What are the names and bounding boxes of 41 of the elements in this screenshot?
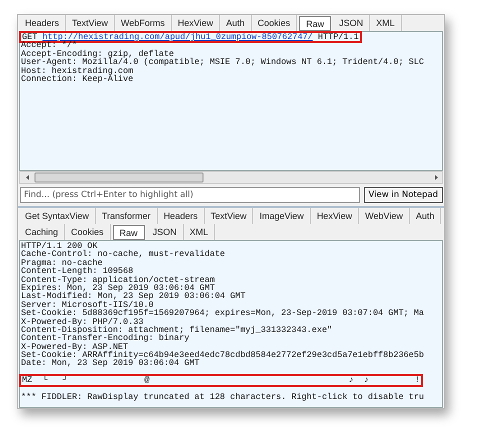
truncation-notice: *** FIDDLER: RawDisplay truncated at 128 characters. Right-click to disable tru (21, 393, 425, 402)
tab[interactable]: Headers (158, 208, 205, 224)
url-link[interactable]: http://hexistrading.com/apud/jhu1_0zumpiow-850762747/ (42, 32, 313, 42)
tab[interactable]: HexView (172, 15, 220, 31)
response-line: Last-Modified: Mon, 23 Sep 2019 03:06:04 GMT (21, 292, 246, 301)
tab[interactable]: ImageView (253, 208, 311, 224)
tab[interactable]: Get SyntaxView (19, 208, 96, 224)
response-line: Set-Cookie: ARRAffinity=c64b94e3eed4edc78cdbd8584e2772ef29e3cd5a7e1ebff8b236e5b (21, 351, 425, 360)
tab[interactable]: Transformer (96, 208, 158, 224)
response-line: X-Powered-By: ASP.NET (21, 342, 128, 352)
tab[interactable]: Headers (19, 15, 66, 31)
request-line: GET http://hexistrading.com/apud/jhu1_0zumpiow-850762747/ HTTP/1.1 (21, 33, 360, 42)
header-line: Accept: */* (21, 41, 78, 50)
header-line: Connection: Keep-Alive (21, 74, 134, 84)
response-line: Cache-Control: no-cache, must-revalidate (21, 250, 226, 259)
header-line: User-Agent: Mozilla/4.0 (compatible; MSIE 7.0; Windows NT 6.1; Trident/4.0; SLC (21, 58, 425, 67)
tab[interactable]: TextView (204, 208, 254, 224)
tab[interactable]: Auth (410, 208, 442, 224)
tab[interactable]: TextView (66, 15, 115, 31)
response-line: Set-Cookie: 5d88369cf195f=1569207964; expires=Mon, 23-Sep-2019 03:07:04 GMT; Ma (21, 309, 425, 318)
response-line: Expires: Mon, 23 Sep 2019 03:06:04 GMT (21, 284, 215, 292)
tab[interactable]: Cookies (252, 15, 298, 31)
response-line: Date: Mon, 23 Sep 2019 03:06:04 GMT (21, 359, 200, 368)
tab[interactable]: Auth (220, 15, 252, 31)
tab[interactable]: WebView (359, 208, 410, 224)
find-field[interactable]: Find... (press Ctrl+Enter to highlight all) (20, 187, 360, 203)
response-line: Server: Microsoft-IIS/10.0 (21, 300, 154, 310)
response-line: Content-Length: 109568 (21, 267, 134, 276)
header-line: Host: hexistrading.com (21, 66, 134, 75)
tab[interactable]: Raw (299, 16, 332, 31)
header-line: Accept-Encoding: gzip, deflate (21, 50, 174, 58)
response-line: Content-Type: application/octet-stream (21, 276, 216, 284)
view-in-notepad-button[interactable]: View in Notepad (364, 187, 443, 203)
response-line: X-Powered-By: PHP/7.0.33 (21, 318, 144, 326)
response-line: Content-Disposition: attachment; filename="myj_331332343.exe" (21, 326, 334, 334)
tab[interactable]: WebForms (114, 15, 172, 31)
response-line: Content-Transfer-Encoding: binary (21, 334, 190, 343)
response-line: Pragma: no-cache (21, 258, 103, 268)
tab[interactable]: HexView (310, 208, 360, 224)
response-line: HTTP/1.1 200 OK (21, 242, 98, 250)
tab[interactable]: Raw (112, 225, 145, 240)
